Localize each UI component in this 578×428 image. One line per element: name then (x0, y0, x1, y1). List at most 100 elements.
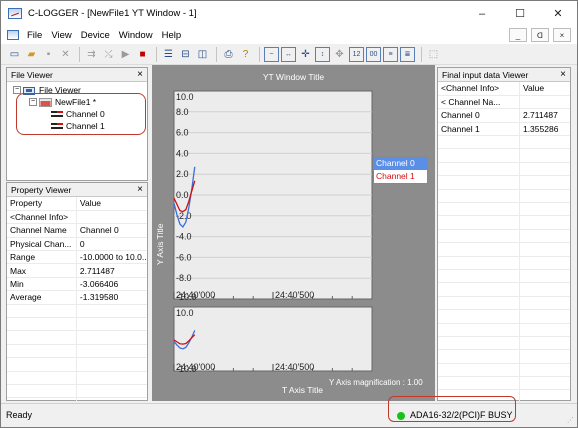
open-folder-icon[interactable]: ▰ (24, 47, 39, 62)
zoom-vertical-icon[interactable]: ↕ (315, 46, 330, 62)
zoom-horizontal-icon[interactable]: ↔ (281, 46, 296, 62)
table-row[interactable]: Channel 0 2.711487 (438, 108, 570, 123)
legend-channel-0[interactable]: Channel 0 (374, 157, 427, 170)
property-name-cell (438, 296, 520, 311)
menu-help[interactable]: Help (162, 30, 182, 41)
close-button[interactable]: ✕ (539, 1, 577, 26)
x-tick-label: 24:40'500 (275, 362, 314, 372)
numeric-display-icon[interactable]: 12 (349, 46, 364, 62)
settings-tool-icon[interactable]: ⤯ (101, 47, 116, 62)
table-row[interactable] (7, 357, 147, 372)
file-viewer-close-button[interactable]: × (137, 69, 143, 80)
property-value-cell (519, 323, 570, 337)
table-row[interactable] (7, 384, 147, 399)
print-icon[interactable]: ⎙ (221, 47, 236, 62)
play-icon[interactable]: ▶ (118, 47, 133, 62)
table-row[interactable] (438, 148, 570, 163)
table-row[interactable] (438, 282, 570, 297)
table-row[interactable] (7, 330, 147, 345)
minimize-button[interactable]: – (463, 1, 501, 26)
menu-file[interactable]: File (27, 30, 42, 41)
help-question-icon[interactable]: ? (238, 47, 253, 62)
document-window-icon[interactable] (7, 30, 19, 40)
graph-view-icon[interactable]: ~ (264, 46, 279, 62)
tile-horizontal-icon[interactable]: ☰ (161, 47, 176, 62)
table-row[interactable]: < Channel Na... (438, 95, 570, 110)
resize-grip-icon[interactable]: ⋰ (567, 416, 574, 424)
table-row[interactable] (438, 162, 570, 177)
property-name-cell (438, 202, 520, 217)
connect-device-icon[interactable]: ⇉ (84, 47, 99, 62)
table-row[interactable] (438, 175, 570, 190)
table-row[interactable]: Range -10.0000 to 10.0... (7, 250, 147, 265)
channel-settings-icon[interactable]: ≣ (400, 46, 415, 62)
table-row[interactable]: Channel Name Channel 0 (7, 223, 147, 238)
table-row[interactable] (438, 323, 570, 337)
mdi-close-button[interactable]: × (553, 28, 571, 42)
table-row[interactable] (438, 363, 570, 378)
table-row[interactable] (438, 242, 570, 257)
table-row[interactable]: Average -1.319580 (7, 290, 147, 305)
file-viewer-title: File Viewer (11, 69, 53, 80)
property-viewer-header: Property Viewer × (7, 183, 147, 197)
menu-window[interactable]: Window (119, 30, 153, 41)
table-row[interactable] (7, 344, 147, 359)
save-icon[interactable]: ▪ (41, 47, 56, 62)
table-row[interactable]: Max 2.711487 (7, 263, 147, 278)
table-row[interactable] (438, 349, 570, 364)
property-viewer-close-button[interactable]: × (137, 184, 143, 195)
legend-channel-1[interactable]: Channel 1 (374, 170, 427, 183)
table-row[interactable] (438, 336, 570, 351)
pan-icon[interactable]: ✥ (332, 47, 347, 62)
y-tick-label: -6.0 (176, 252, 192, 262)
mdi-minimize-button[interactable]: _ (509, 28, 527, 42)
table-row[interactable] (7, 304, 147, 319)
table-row[interactable] (7, 371, 147, 385)
property-name-cell (438, 135, 520, 150)
y-tick-label: 10.0 (176, 92, 194, 102)
table-row[interactable] (438, 256, 570, 270)
new-file-icon[interactable]: ▭ (7, 47, 22, 62)
final-input-viewer-close-button[interactable]: × (560, 69, 566, 80)
table-row[interactable]: Channel 1 1.355286 (438, 122, 570, 137)
tile-split-icon[interactable]: ⊟ (178, 47, 193, 62)
menu-view[interactable]: View (51, 30, 71, 41)
menu-device[interactable]: Device (81, 30, 110, 41)
property-value-cell (519, 269, 570, 284)
maximize-button[interactable]: ☐ (501, 1, 539, 26)
table-row[interactable]: Min -3.066406 (7, 277, 147, 292)
digital-display-icon[interactable]: 00 (366, 46, 381, 62)
channel-list-icon[interactable]: ≡ (383, 46, 398, 62)
yt-chart[interactable]: 10.08.06.04.02.00.0-2.0-4.0-6.0-8.0-10.0… (152, 65, 435, 401)
property-value-cell (519, 202, 570, 217)
table-row[interactable] (438, 296, 570, 311)
stop-icon[interactable]: ■ (135, 47, 150, 62)
mdi-restore-button[interactable]: ᗡ (531, 28, 549, 42)
property-name-cell (438, 336, 520, 351)
toolbar-separator (79, 46, 80, 62)
table-row[interactable] (438, 202, 570, 217)
table-row[interactable]: Property Value (7, 197, 147, 211)
table-row[interactable] (438, 269, 570, 284)
export-icon[interactable]: ⬚ (426, 47, 441, 62)
table-row[interactable] (438, 229, 570, 244)
table-row[interactable] (7, 317, 147, 332)
table-row[interactable] (438, 376, 570, 391)
table-row[interactable]: <Channel Info> Value (438, 82, 570, 96)
table-row[interactable] (438, 135, 570, 150)
table-row[interactable] (438, 189, 570, 204)
x-tick-label: 24:40'500 (275, 290, 314, 300)
table-row[interactable] (438, 309, 570, 324)
table-row[interactable] (438, 215, 570, 230)
table-row[interactable]: <Channel Info> (7, 210, 147, 225)
title-bar[interactable]: C-LOGGER - [NewFile1 YT Window - 1] – ☐ … (1, 1, 577, 26)
delete-icon[interactable]: ✕ (58, 47, 73, 62)
tile-vertical-icon[interactable]: ◫ (195, 47, 210, 62)
property-name-cell (438, 175, 520, 190)
property-name-cell (438, 229, 520, 244)
x-axis-title: T Axis Title (282, 385, 323, 395)
property-value-cell: 2.711487 (519, 108, 570, 123)
property-value-cell (519, 135, 570, 150)
table-row[interactable]: Physical Chan... 0 (7, 237, 147, 252)
move-cursor-icon[interactable]: ✛ (298, 47, 313, 62)
